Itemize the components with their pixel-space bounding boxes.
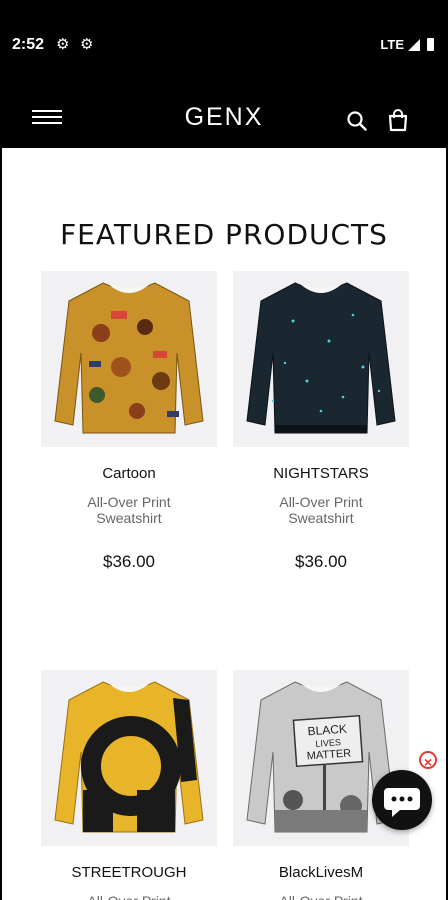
product-type: All-Over Print Sweatshirt	[41, 893, 217, 900]
sweatshirt-image	[246, 282, 396, 434]
close-icon[interactable]: ×	[419, 751, 437, 770]
brand-logo[interactable]: GENX	[0, 103, 448, 132]
status-indicators: LTE	[380, 37, 434, 52]
chat-button[interactable]	[372, 770, 432, 830]
app-header: GENX	[0, 88, 448, 148]
product-price: $36.00	[103, 552, 155, 571]
settings-icon: ⚙	[80, 36, 94, 53]
product-type: All-Over Print Sweatshirt	[87, 494, 171, 526]
product-price: $36.00	[295, 552, 347, 571]
product-card[interactable]: NIGHTSTARS All-Over Print Sweatshirt $36…	[233, 271, 409, 572]
sweatshirt-image	[54, 681, 204, 833]
network-type: LTE	[380, 37, 404, 52]
product-card[interactable]: STREETROUGH All-Over Print Sweatshirt	[41, 670, 217, 900]
signal-icon	[408, 38, 420, 51]
print-text: LIVES	[315, 737, 341, 749]
product-name[interactable]: NIGHTSTARS	[233, 465, 409, 482]
settings-icon: ⚙	[56, 36, 70, 53]
status-time: 2:52	[12, 36, 45, 53]
sweatshirt-image	[54, 282, 204, 434]
battery-icon	[427, 38, 434, 51]
product-image[interactable]	[41, 670, 217, 846]
print-text: BLACK	[307, 722, 347, 739]
product-name[interactable]: STREETROUGH	[41, 864, 217, 881]
product-image[interactable]	[41, 271, 217, 447]
product-image[interactable]	[233, 271, 409, 447]
chat-icon	[384, 788, 420, 817]
section-title: FEATURED PRODUCTS	[60, 218, 388, 251]
product-card[interactable]: Cartoon All-Over Print Sweatshirt $36.00	[41, 271, 217, 572]
status-bar: 2:52 ⚙ ⚙ LTE	[0, 0, 448, 88]
product-name[interactable]: BlackLivesM	[233, 864, 409, 881]
product-type: All-Over Print Sweatshirt	[233, 893, 409, 900]
product-name[interactable]: Cartoon	[41, 465, 217, 482]
product-type: All-Over Print Sweatshirt	[279, 494, 363, 526]
shopping-bag-icon[interactable]	[386, 108, 410, 132]
search-icon[interactable]	[346, 110, 368, 132]
